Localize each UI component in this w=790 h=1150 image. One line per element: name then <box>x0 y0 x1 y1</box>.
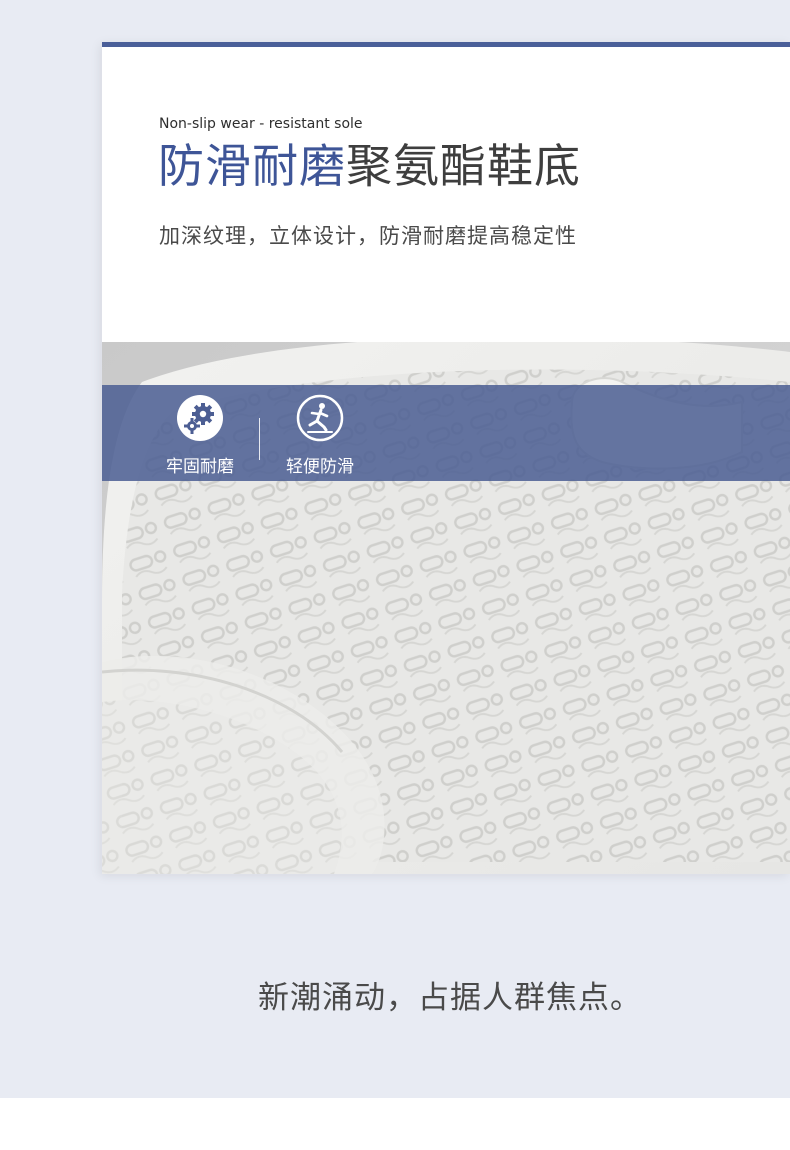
feature-description: 加深纹理，立体设计，防滑耐磨提高稳定性 <box>159 224 577 248</box>
slip-warning-icon <box>296 394 344 442</box>
page-title: 防滑耐磨聚氨酯鞋底 <box>158 138 581 194</box>
gear-icon <box>177 395 223 441</box>
english-subtitle: Non-slip wear - resistant sole <box>159 116 363 132</box>
feature-label: 轻便防滑 <box>286 457 354 477</box>
product-card: Non-slip wear - resistant sole 防滑耐磨聚氨酯鞋底… <box>102 42 790 874</box>
feature-anti-slip: 轻便防滑 <box>265 385 375 481</box>
title-accent: 防滑耐磨 <box>158 139 346 193</box>
feature-wear-resistant: 牢固耐磨 <box>145 385 255 481</box>
feature-bar: 牢固耐磨 轻便防滑 <box>102 385 790 481</box>
footer-strip <box>0 1098 790 1150</box>
accent-rule <box>102 42 790 47</box>
feature-label: 牢固耐磨 <box>166 457 234 477</box>
feature-divider <box>259 418 260 460</box>
slogan: 新潮涌动，占据人群焦点。 <box>258 980 642 1016</box>
title-rest: 聚氨酯鞋底 <box>346 139 581 193</box>
